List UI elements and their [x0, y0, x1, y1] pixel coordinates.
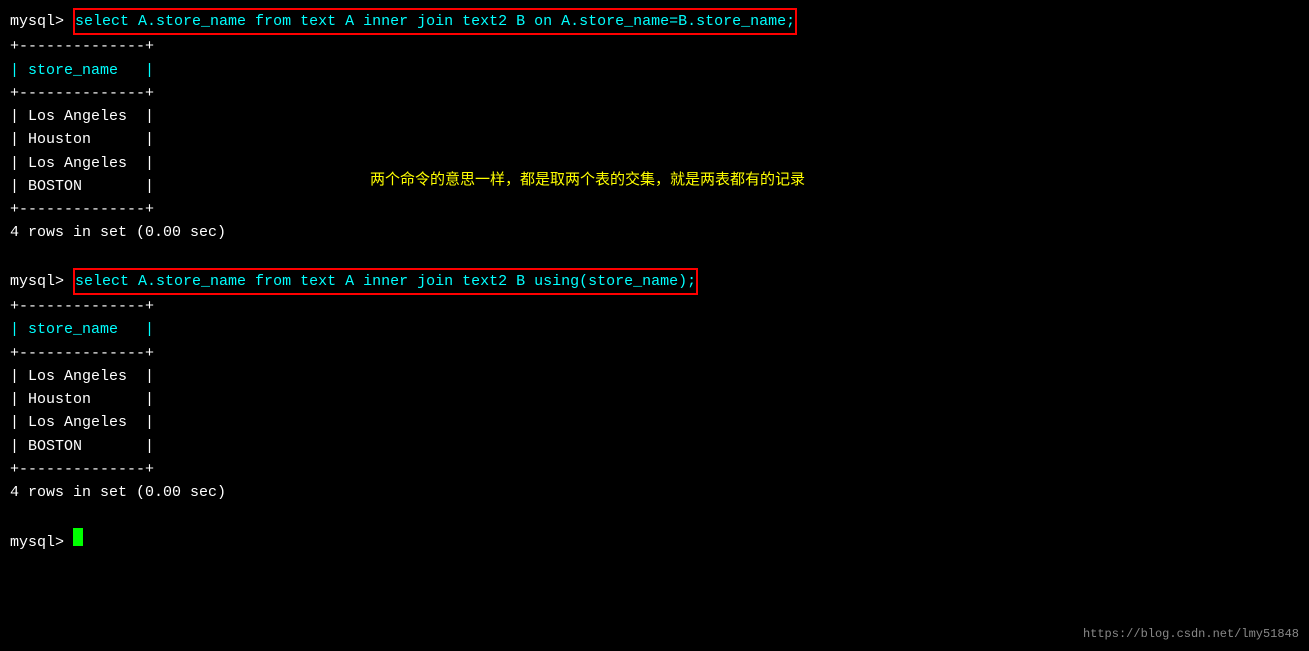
command-line-3: mysql> — [10, 528, 1299, 554]
table1-border-top: +--------------+ — [10, 35, 1299, 58]
table2-row-4: | BOSTON | — [10, 435, 1299, 458]
command-line-1: mysql> select A.store_name from text A i… — [10, 8, 1299, 35]
table2-row-1: | Los Angeles | — [10, 365, 1299, 388]
table2-row-2: | Houston | — [10, 388, 1299, 411]
terminal: mysql> select A.store_name from text A i… — [0, 0, 1309, 562]
table2-border-top: +--------------+ — [10, 295, 1299, 318]
table2-border-bot: +--------------+ — [10, 458, 1299, 481]
prompt-label-2: mysql> — [10, 270, 64, 293]
prompt-label-3: mysql> — [10, 531, 64, 554]
table1-header: | store_name | — [10, 59, 1299, 82]
cursor-block — [73, 528, 83, 546]
table1-border-mid: +--------------+ — [10, 82, 1299, 105]
watermark: https://blog.csdn.net/lmy51848 — [1083, 627, 1299, 641]
table1-row-1: | Los Angeles | — [10, 105, 1299, 128]
blank-line-2 — [10, 504, 1299, 527]
sql-command-2: select A.store_name from text A inner jo… — [73, 268, 698, 295]
table2-header: | store_name | — [10, 318, 1299, 341]
table1-border-bot: +--------------+ — [10, 198, 1299, 221]
result2: 4 rows in set (0.00 sec) — [10, 481, 1299, 504]
table1-row-2: | Houston | — [10, 128, 1299, 151]
blank-line-1 — [10, 245, 1299, 268]
annotation-text: 两个命令的意思一样，都是取两个表的交集，就是两表都有的记录 — [370, 168, 805, 189]
table2-row-3: | Los Angeles | — [10, 411, 1299, 434]
command-line-2: mysql> select A.store_name from text A i… — [10, 268, 1299, 295]
sql-command-1: select A.store_name from text A inner jo… — [73, 8, 797, 35]
table2-border-mid: +--------------+ — [10, 342, 1299, 365]
result1: 4 rows in set (0.00 sec) — [10, 221, 1299, 244]
prompt-label-1: mysql> — [10, 10, 64, 33]
